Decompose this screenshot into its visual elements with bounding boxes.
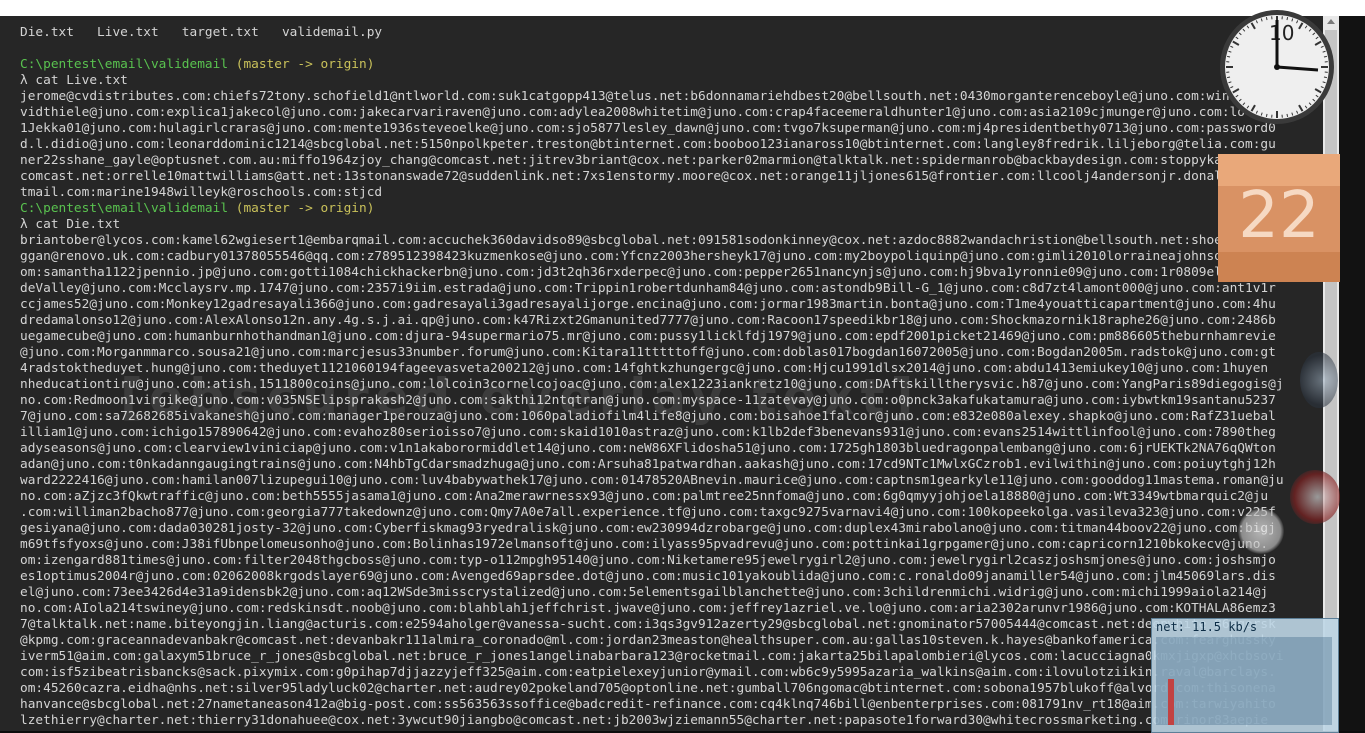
clock-tick	[1227, 56, 1230, 57]
terminal-line: no.com:AIola214tswiney@juno.com:redskins…	[20, 601, 1323, 617]
terminal-line: uegamecube@juno.com:humanburnhothandman1…	[20, 329, 1323, 345]
terminal-line: @kpmg.com:graceannadevanbakr@comcast.net…	[20, 633, 1323, 649]
terminal-line: 4radstoktheduyet.hung@juno.com:theduyet1…	[20, 361, 1323, 377]
terminal-line: gesiyana@juno.com:dada030281josty-32@jun…	[20, 521, 1323, 537]
terminal-line: 1Jekka01@juno.com:hulagirlcraras@juno.co…	[20, 121, 1323, 137]
terminal-line: vidthiele@juno.com:explica1jakecol@juno.…	[20, 105, 1323, 121]
clock-tick	[1227, 77, 1230, 78]
terminal-line: briantober@lycos.com:kamel62wgiesert1@em…	[20, 233, 1323, 249]
terminal-window[interactable]: Die.txt Live.txt target.txt validemail.p…	[0, 16, 1323, 731]
terminal-line: lzethierry@charter.net:thierry31donahuee…	[20, 713, 1323, 729]
terminal-line: es1optimus2004r@juno.com:02062008krgodsl…	[20, 569, 1323, 585]
clock-tick	[1287, 114, 1288, 117]
clock-numeral: 10	[1269, 21, 1294, 45]
desktop-edge	[1339, 16, 1365, 731]
terminal-line: λ cat Live.txt	[20, 73, 1323, 89]
clock-tick	[1266, 114, 1267, 117]
terminal-line: ner22sshane_gayle@optusnet.com.au:miffo1…	[20, 153, 1323, 169]
cpu-meter-gadget[interactable]	[1290, 470, 1340, 524]
terminal-line: iverm51@aim.com:galaxym51bruce_r_jones@s…	[20, 649, 1323, 665]
prompt-path: C:\pentest\email\validemail	[20, 201, 228, 216]
terminal-line: @juno.com:Morganmmarco.sousa21@juno.com:…	[20, 345, 1323, 361]
terminal-line: om:samantha1122jpennio.jp@juno.com:gotti…	[20, 265, 1323, 281]
clock-tick	[1266, 17, 1267, 20]
terminal-line: nheducationtiru@juno.com:atish.1511800co…	[20, 377, 1323, 393]
terminal-line: om:45260cazra.eidha@nhs.net:silver95lady…	[20, 681, 1323, 697]
side-gadget-orb[interactable]	[1300, 352, 1338, 408]
calendar-day-number: 22	[1218, 176, 1340, 256]
terminal-line: com:isf5zibeatrisbancks@sack.pixymix.com…	[20, 665, 1323, 681]
terminal-line: jerome@cvdistributes.com:chiefs72tony.sc…	[20, 89, 1323, 105]
window-top-strip	[0, 0, 1365, 16]
network-meter-gadget[interactable]: net: 11.5 kb/s	[1151, 618, 1339, 733]
terminal-line	[20, 41, 1323, 57]
terminal-output: Die.txt Live.txt target.txt validemail.p…	[20, 25, 1323, 729]
network-meter-bar	[1168, 679, 1174, 725]
terminal-line: ward2222416@juno.com:hamilan007lizupegui…	[20, 473, 1323, 489]
prompt-branch: (master -> origin)	[228, 57, 374, 72]
terminal-line: λ cat Die.txt	[20, 217, 1323, 233]
calendar-footer	[1218, 252, 1340, 282]
terminal-line: d.l.didio@juno.com:leonarddominic1214@sb…	[20, 137, 1323, 153]
prompt-path: C:\pentest\email\validemail	[20, 57, 228, 72]
terminal-line: illiam1@juno.com:ichigo157890642@juno.co…	[20, 425, 1323, 441]
clock-tick	[1324, 56, 1327, 57]
terminal-line: el@juno.com:73ee3426d4e31a9idensbk2@juno…	[20, 585, 1323, 601]
terminal-line: no.com:Redmoon1virgike@juno.com:v035NSEl…	[20, 393, 1323, 409]
terminal-line: m69tfsfyoxs@juno.com:J38ifUbnpelomeusonh…	[20, 537, 1323, 553]
clock-tick	[1287, 17, 1288, 20]
terminal-line: hanvance@sbcglobal.net:27nametaneason412…	[20, 697, 1323, 713]
clock-gadget[interactable]: 10	[1218, 8, 1336, 126]
clock-tick	[1324, 77, 1327, 78]
terminal-line: 7@talktalk.net:name.biteyongjin.liang@ac…	[20, 617, 1323, 633]
terminal-line: ggan@renovo.uk.com:cadbury01378055546@qq…	[20, 249, 1323, 265]
prompt-branch: (master -> origin)	[228, 201, 374, 216]
calendar-gadget[interactable]: 22	[1218, 154, 1340, 282]
network-meter-graph	[1156, 637, 1332, 725]
terminal-line: C:\pentest\email\validemail (master -> o…	[20, 57, 1323, 73]
terminal-line: no.com:aZjzc3fQkwtraffic@juno.com:beth55…	[20, 489, 1323, 505]
clock-center-pin	[1274, 64, 1280, 70]
terminal-line: om:izengard881times@juno.com:filter2048t…	[20, 553, 1323, 569]
terminal-line: comcast.net:orrelle10mattwilliams@att.ne…	[20, 169, 1323, 185]
network-meter-header: net: 11.5 kb/s	[1152, 619, 1338, 635]
terminal-line: Die.txt Live.txt target.txt validemail.p…	[20, 25, 1323, 41]
terminal-line: .com:williman2bacho877@juno.com:georgia7…	[20, 505, 1323, 521]
terminal-line: deValley@juno.com:Mcclaysrv.mp.1747@juno…	[20, 281, 1323, 297]
terminal-line: 7@juno.com:sa72682685ivakanesh@juno.com:…	[20, 409, 1323, 425]
terminal-line: tmail.com:marine1948willeyk@roschools.co…	[20, 185, 1323, 201]
terminal-line: C:\pentest\email\validemail (master -> o…	[20, 201, 1323, 217]
terminal-line: ccjames52@juno.com:Monkey12gadresayali36…	[20, 297, 1323, 313]
terminal-line: dredamalonso12@juno.com:AlexAlonso12n.an…	[20, 313, 1323, 329]
terminal-line: adan@juno.com:t0nkadanngaugingtrains@jun…	[20, 457, 1323, 473]
gauge-gadget[interactable]	[1238, 508, 1284, 554]
terminal-line: adyseasons@juno.com:clearview1viniciap@j…	[20, 441, 1323, 457]
